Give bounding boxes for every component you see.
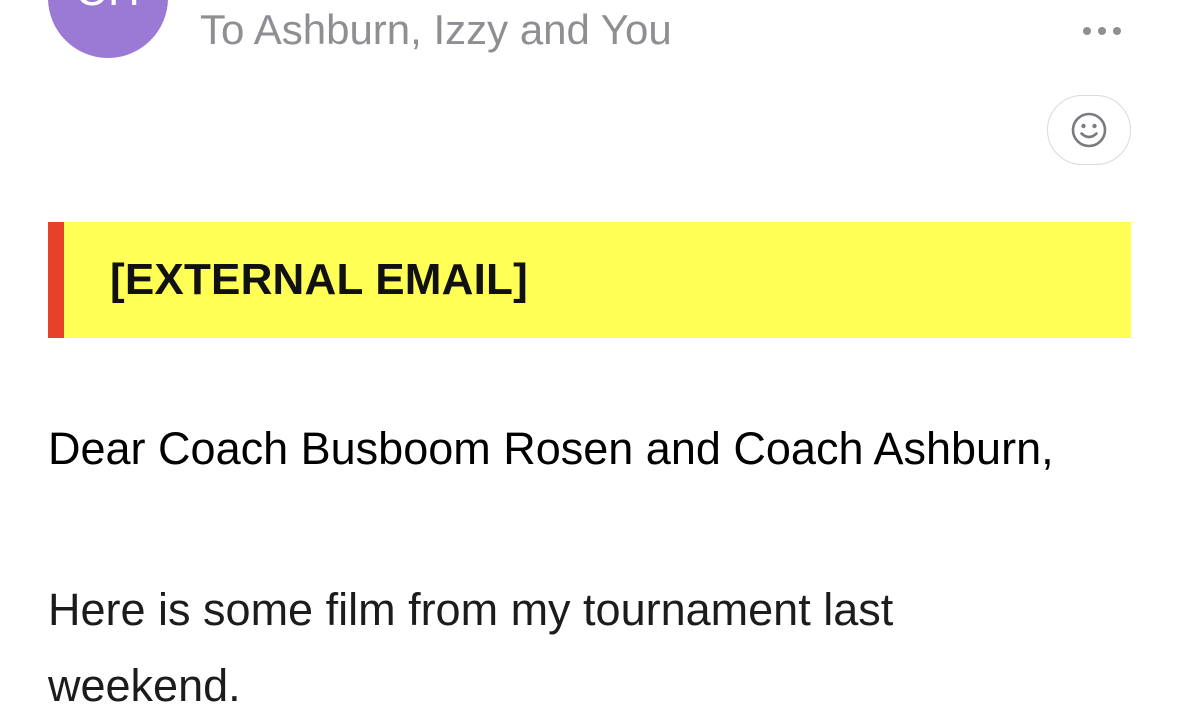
add-reaction-button[interactable]	[1047, 95, 1131, 165]
more-options-button[interactable]	[1076, 14, 1128, 48]
more-dots-icon	[1083, 27, 1121, 35]
external-email-banner: [EXTERNAL EMAIL]	[48, 222, 1131, 338]
recipients-line[interactable]: To Ashburn, Izzy and You	[200, 6, 672, 54]
avatar-initials: CH	[75, 0, 141, 16]
sender-avatar[interactable]: CH	[48, 0, 168, 58]
external-email-label: [EXTERNAL EMAIL]	[110, 255, 528, 304]
email-body-paragraph: Here is some film from my tournament las…	[48, 584, 894, 711]
smiley-face-icon	[1071, 112, 1107, 148]
email-greeting: Dear Coach Busboom Rosen and Coach Ashbu…	[48, 423, 1054, 474]
